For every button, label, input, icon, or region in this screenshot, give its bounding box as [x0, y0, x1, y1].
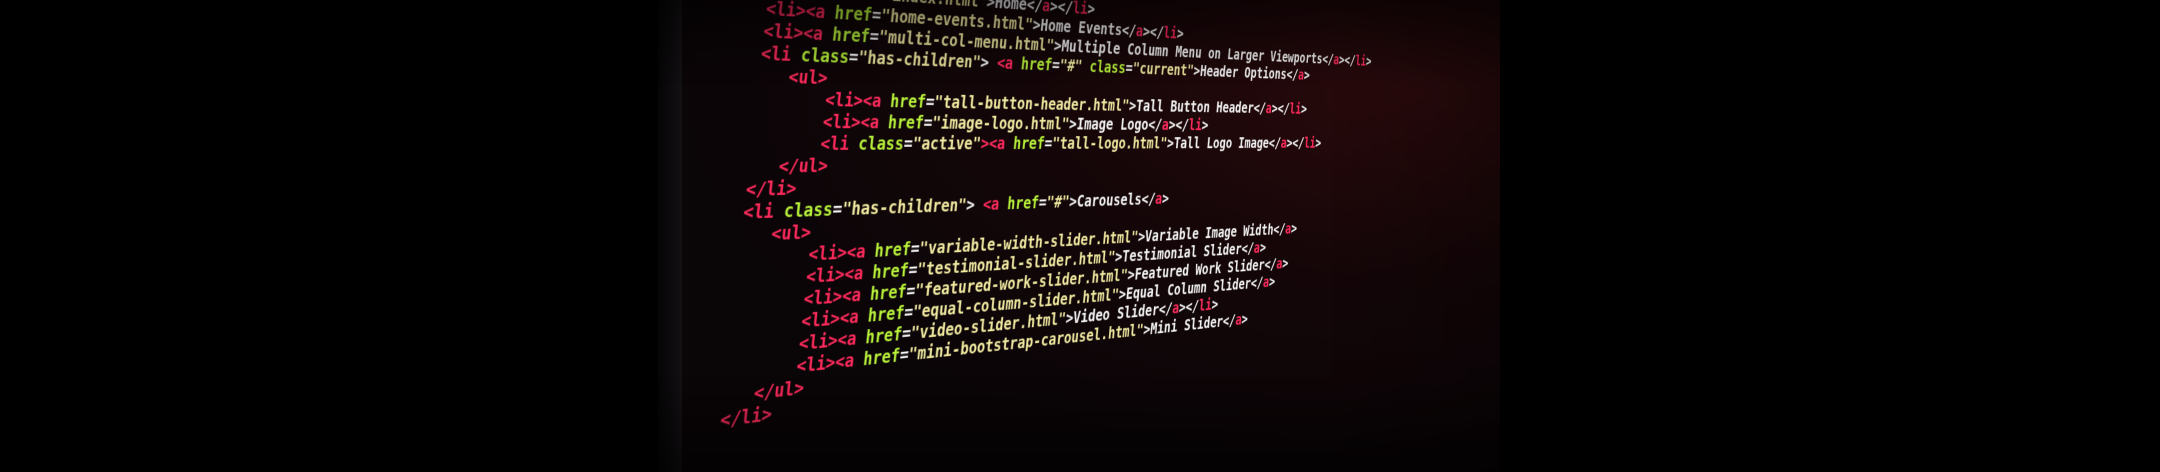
code-token: class: [772, 199, 834, 223]
code-token: href: [862, 260, 910, 284]
code-token: ></: [1049, 0, 1074, 18]
code-token: >Carousels</: [1068, 190, 1157, 212]
code-token: <li><a: [805, 263, 865, 288]
code-token: >: [1314, 135, 1322, 152]
code-token: href: [998, 193, 1040, 214]
code-token: "#": [1045, 192, 1071, 213]
code-token: ></: [1178, 297, 1200, 317]
code-token: >: [1201, 116, 1210, 135]
html-source-code: <li><a href="index.html">Home</a></li> <…: [665, 0, 1417, 440]
code-token: </ul>: [777, 155, 829, 178]
code-screen-photo: <li><a href="index.html">Home</a></li> <…: [658, 0, 1500, 472]
code-token: href: [824, 2, 874, 26]
photo-page: <li><a href="index.html">Home</a></li> <…: [0, 0, 2160, 472]
code-token: "#": [1058, 56, 1084, 76]
code-token: "has-children": [841, 195, 968, 220]
code-token: href: [853, 345, 901, 372]
code-token: <li><a: [807, 241, 867, 266]
code-token: >Header Options</: [1192, 62, 1299, 84]
code-token: <a: [996, 53, 1015, 74]
code-token: href: [1012, 54, 1054, 75]
code-token: <li><a: [764, 0, 827, 23]
code-token: >: [1300, 101, 1308, 118]
code-token: >: [1086, 0, 1096, 19]
code-token: class: [789, 44, 851, 68]
code-token: >: [1290, 220, 1298, 238]
code-token: <li><a: [762, 20, 824, 45]
code-token: class: [847, 133, 905, 155]
code-token: ></: [1167, 116, 1190, 134]
code-token: >: [1259, 239, 1267, 257]
code-token: href: [880, 91, 927, 113]
code-token: <ul>: [770, 221, 813, 246]
code-token: >Image Logo</: [1068, 115, 1163, 134]
code-token: href: [821, 23, 871, 47]
code-token: "tall-logo.html": [1051, 134, 1168, 154]
code-token: "has-children": [857, 47, 982, 73]
code-token: <li><a: [821, 111, 881, 133]
code-token: >: [1281, 255, 1289, 273]
code-token: <ul>: [787, 66, 829, 89]
code-token: href: [859, 281, 908, 306]
code-token: >Tall Button Header</: [1128, 97, 1267, 117]
code-token: >: [1176, 24, 1185, 43]
code-token: ></: [1142, 22, 1165, 42]
code-token: class: [1081, 57, 1127, 78]
code-token: <li: [819, 133, 851, 155]
code-token: "active": [911, 133, 982, 155]
code-token: <li><a: [824, 89, 883, 112]
code-token: ><a: [979, 134, 1007, 154]
code-token: href: [864, 239, 912, 263]
code-token: >: [1161, 189, 1170, 208]
code-token: </li>: [744, 178, 798, 201]
code-token: >: [1268, 273, 1276, 291]
code-token: ></: [1338, 52, 1357, 69]
code-token: >: [1365, 53, 1373, 70]
code-token: >: [1303, 67, 1311, 84]
code-token: "image-logo.html": [931, 113, 1071, 134]
code-token: "tall-button-header.html": [933, 92, 1130, 115]
code-token: >: [1210, 295, 1219, 314]
code-token: <li: [742, 200, 776, 224]
code-token: ></: [1285, 135, 1305, 152]
code-token: href: [877, 112, 925, 134]
code-token: "current": [1131, 59, 1195, 80]
code-token: <li: [759, 43, 793, 66]
code-token: >: [1240, 310, 1249, 329]
code-token: >: [979, 52, 998, 73]
code-token: >Tall Logo Image</: [1166, 134, 1282, 153]
code-token: ></: [1271, 100, 1291, 118]
code-token: href: [1004, 134, 1046, 154]
